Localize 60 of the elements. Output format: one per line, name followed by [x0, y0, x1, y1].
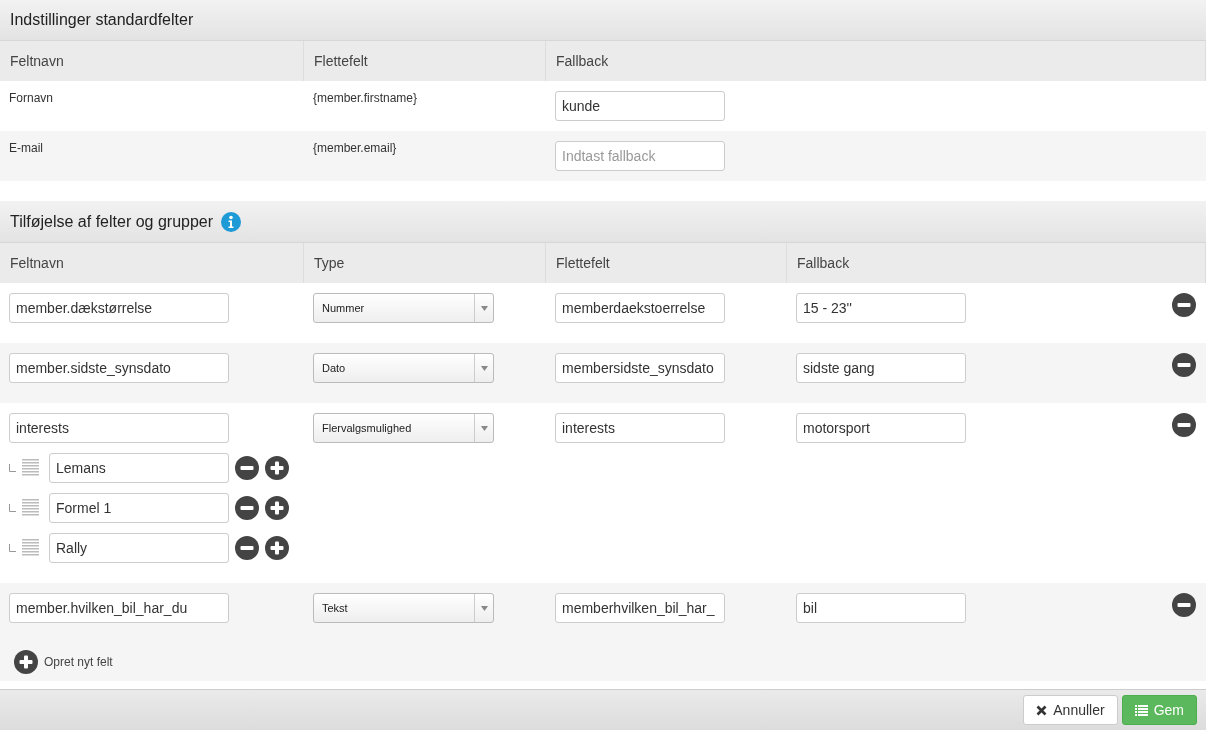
merge-field-input[interactable]: memberdaekstoerrelse — [555, 293, 725, 323]
type-dropdown[interactable]: Flervalgsmulighed — [313, 413, 494, 443]
cancel-button[interactable]: Annuller — [1023, 695, 1118, 725]
fallback-field[interactable]: sidste gang — [796, 353, 966, 383]
fallback-field[interactable]: 15 - 23'' — [796, 293, 966, 323]
remove-icon[interactable] — [1172, 293, 1196, 317]
column-header: Fallback — [546, 41, 1206, 81]
field-name-input[interactable]: interests — [9, 413, 229, 443]
close-icon — [1036, 704, 1048, 716]
drag-handle-icon[interactable] — [22, 499, 39, 517]
drag-handle-icon[interactable] — [22, 459, 39, 477]
tree-branch-icon — [9, 504, 16, 512]
section-title: Indstillinger standardfelter — [10, 11, 194, 29]
field-name: E-mail — [9, 141, 43, 155]
remove-icon[interactable] — [235, 456, 259, 480]
add-field-link[interactable]: Opret nyt felt — [44, 655, 113, 669]
remove-icon[interactable] — [1172, 353, 1196, 377]
field-name-input[interactable]: member.sidste_synsdato — [9, 353, 229, 383]
field-name: Fornavn — [9, 91, 54, 105]
add-icon[interactable] — [265, 496, 289, 520]
column-header: Feltnavn — [0, 41, 304, 81]
option-input[interactable]: Lemans — [49, 453, 229, 483]
merge-field-input[interactable]: membersidste_synsdato — [555, 353, 725, 383]
type-dropdown[interactable]: Tekst — [313, 593, 494, 623]
section-title: Tilføjelse af felter og grupper — [10, 212, 214, 231]
add-icon[interactable] — [14, 650, 38, 674]
fallback-field[interactable]: Indtast fallback — [555, 141, 725, 171]
add-icon[interactable] — [265, 456, 289, 480]
field-name-input[interactable]: member.dækstørrelse — [9, 293, 229, 323]
add-icon[interactable] — [265, 536, 289, 560]
caret-icon — [480, 305, 488, 311]
drag-handle-icon[interactable] — [22, 539, 39, 557]
type-dropdown[interactable]: Nummer — [313, 293, 494, 323]
caret-icon — [480, 605, 488, 611]
list-icon — [1134, 704, 1148, 716]
type-dropdown[interactable]: Dato — [313, 353, 494, 383]
merge-field: {member.email} — [313, 141, 397, 155]
fallback-field[interactable]: kunde — [555, 91, 725, 121]
remove-icon[interactable] — [235, 536, 259, 560]
column-header: Feltnavn — [0, 243, 304, 283]
info-icon[interactable] — [221, 211, 242, 232]
merge-field-input[interactable]: memberhvilken_bil_har_ — [555, 593, 725, 623]
merge-field: {member.firstname} — [313, 91, 418, 105]
merge-field-input[interactable]: interests — [555, 413, 725, 443]
fallback-field[interactable]: motorsport — [796, 413, 966, 443]
option-input[interactable]: Formel 1 — [49, 493, 229, 523]
remove-icon[interactable] — [1172, 593, 1196, 617]
fallback-field[interactable]: bil — [796, 593, 966, 623]
field-name-input[interactable]: member.hvilken_bil_har_du — [9, 593, 229, 623]
tree-branch-icon — [9, 464, 16, 472]
remove-icon[interactable] — [1172, 413, 1196, 437]
column-header: Flettefelt — [304, 41, 546, 81]
option-input[interactable]: Rally — [49, 533, 229, 563]
column-header: Flettefelt — [546, 243, 787, 283]
caret-icon — [480, 425, 488, 431]
column-header: Fallback — [787, 243, 1206, 283]
remove-icon[interactable] — [235, 496, 259, 520]
tree-branch-icon — [9, 544, 16, 552]
column-header: Type — [304, 243, 546, 283]
caret-icon — [480, 365, 488, 371]
